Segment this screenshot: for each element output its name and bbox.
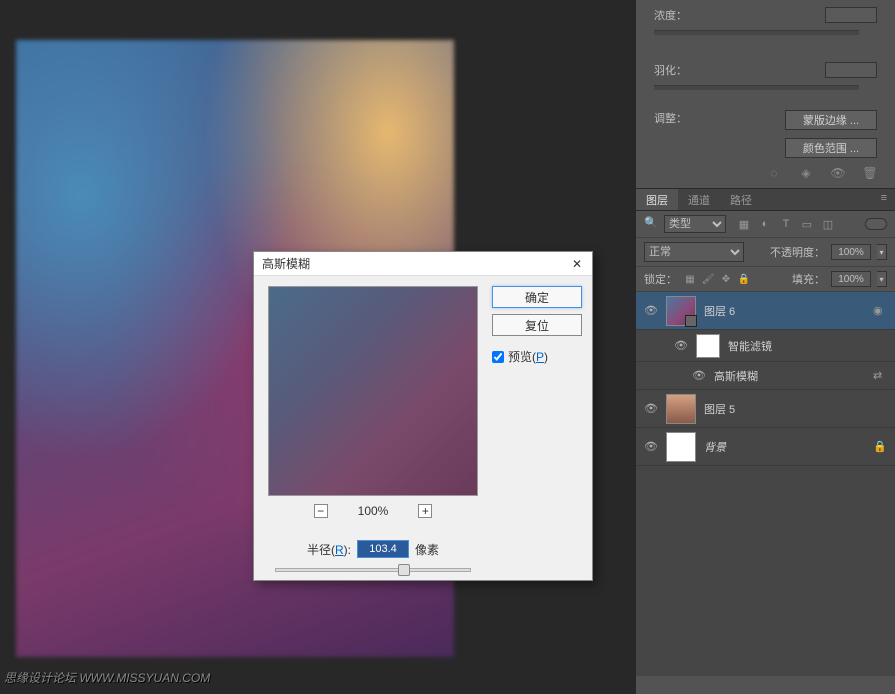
filter-pixel-icon[interactable]: ▦: [736, 216, 752, 232]
color-range-button[interactable]: 颜色范围 ...: [785, 138, 877, 158]
layer-name[interactable]: 背景: [704, 439, 726, 455]
layer-row-background[interactable]: 👁 背景 🔒: [636, 428, 895, 466]
radius-slider[interactable]: [275, 568, 471, 572]
eye-icon[interactable]: 👁: [644, 304, 658, 318]
target-icon[interactable]: ◌: [767, 166, 781, 180]
blend-mode-select[interactable]: 正常: [644, 242, 744, 262]
filter-shape-icon[interactable]: ▭: [799, 216, 815, 232]
preview-checkbox[interactable]: [492, 351, 504, 363]
eye-icon[interactable]: 👁: [644, 402, 658, 416]
zoom-level: 100%: [358, 504, 389, 518]
feather-label: 羽化：: [654, 62, 704, 78]
trash-icon[interactable]: 🗑: [863, 166, 877, 180]
watermark-text: 思缘设计论坛 WWW.MISSYUAN.COM: [4, 669, 210, 686]
layer-row-layer6[interactable]: 👁 图层 6 ◉: [636, 292, 895, 330]
fill-input[interactable]: 100%: [831, 271, 871, 287]
filter-toggle[interactable]: [865, 218, 887, 230]
gaussian-blur-dialog: 高斯模糊 ✕ − 100% + 半径(R): 像素 确定 复位: [253, 251, 593, 581]
lock-icon: 🔒: [873, 440, 887, 454]
mask-icon[interactable]: ◈: [799, 166, 813, 180]
layer-row-gaussian-blur[interactable]: 👁 高斯模糊 ⇄: [636, 362, 895, 390]
feather-value[interactable]: [825, 62, 877, 78]
layer-row-smart-filters[interactable]: 👁 智能滤镜: [636, 330, 895, 362]
filter-type-icon[interactable]: T: [778, 216, 794, 232]
radius-unit: 像素: [415, 541, 439, 558]
filter-adjust-icon[interactable]: ◐: [757, 216, 773, 232]
zoom-out-button[interactable]: −: [314, 504, 328, 518]
layer-name[interactable]: 智能滤镜: [728, 338, 772, 354]
close-icon[interactable]: ✕: [570, 257, 584, 271]
tab-layers[interactable]: 图层: [636, 189, 678, 210]
opacity-label: 不透明度：: [770, 244, 825, 260]
slider-thumb[interactable]: [398, 564, 410, 576]
panel-tabs: 图层 通道 路径 ≡: [636, 189, 895, 211]
preview-checkbox-row[interactable]: 预览(P): [492, 348, 582, 365]
layer-thumb[interactable]: [666, 296, 696, 326]
concentration-slider[interactable]: [654, 30, 859, 35]
mask-edge-button[interactable]: 蒙版边缘 ...: [785, 110, 877, 130]
layers-list: 👁 图层 6 ◉ 👁 智能滤镜 👁 高斯模糊 ⇄ 👁 图层 5 👁 背景 🔒: [636, 292, 895, 466]
zoom-in-button[interactable]: +: [418, 504, 432, 518]
fill-label: 填充：: [792, 271, 825, 287]
filter-settings-icon[interactable]: ⇄: [873, 369, 887, 383]
radius-input[interactable]: [357, 540, 409, 558]
lock-transparency-icon[interactable]: ▦: [683, 272, 697, 286]
layers-empty-area: [636, 466, 895, 676]
search-icon[interactable]: 🔍: [644, 216, 660, 232]
feather-slider[interactable]: [654, 85, 859, 90]
lock-label: 锁定：: [644, 271, 677, 287]
filter-type-select[interactable]: 类型: [664, 215, 726, 233]
adjust-label: 调整：: [654, 110, 687, 126]
dialog-title-bar[interactable]: 高斯模糊 ✕: [254, 252, 592, 276]
eye-icon[interactable]: 👁: [692, 369, 706, 383]
layer-row-layer5[interactable]: 👁 图层 5: [636, 390, 895, 428]
eye-icon[interactable]: 👁: [674, 339, 688, 353]
layer-name[interactable]: 图层 5: [704, 401, 735, 417]
tab-paths[interactable]: 路径: [720, 189, 762, 210]
reset-button[interactable]: 复位: [492, 314, 582, 336]
ok-button[interactable]: 确定: [492, 286, 582, 308]
eye-icon[interactable]: 👁: [644, 440, 658, 454]
radius-label: 半径(R):: [307, 541, 351, 558]
fill-dropdown-icon[interactable]: ▾: [877, 271, 887, 287]
filter-indicator-icon[interactable]: ◉: [873, 304, 887, 318]
layer-name[interactable]: 高斯模糊: [714, 368, 758, 384]
tab-channels[interactable]: 通道: [678, 189, 720, 210]
concentration-value[interactable]: [825, 7, 877, 23]
opacity-dropdown-icon[interactable]: ▾: [877, 244, 887, 260]
visibility-icon[interactable]: 👁: [831, 166, 845, 180]
lock-row: 锁定： ▦ 🖌 ✥ 🔒 填充： 100% ▾: [636, 267, 895, 292]
layer-filter-row: 🔍 类型 ▦ ◐ T ▭ ◫: [636, 211, 895, 238]
lock-all-icon[interactable]: 🔒: [737, 272, 751, 286]
filter-smart-icon[interactable]: ◫: [820, 216, 836, 232]
opacity-input[interactable]: 100%: [831, 244, 871, 260]
layer-name[interactable]: 图层 6: [704, 303, 735, 319]
dialog-title: 高斯模糊: [262, 255, 310, 272]
preview-label: 预览(P): [508, 348, 548, 365]
lock-position-icon[interactable]: ✥: [719, 272, 733, 286]
lock-brush-icon[interactable]: 🖌: [701, 272, 715, 286]
layer-thumb[interactable]: [666, 394, 696, 424]
blend-row: 正常 不透明度： 100% ▾: [636, 238, 895, 267]
right-panel: 浓度： 羽化： 调整： 蒙版边缘 ... 颜色范围 ... ◌ ◈ 👁 🗑 图层…: [636, 0, 895, 694]
filter-mask-thumb[interactable]: [696, 334, 720, 358]
blur-preview[interactable]: [268, 286, 478, 496]
panel-menu-icon[interactable]: ≡: [873, 189, 895, 210]
concentration-label: 浓度：: [654, 7, 704, 23]
layer-thumb[interactable]: [666, 432, 696, 462]
